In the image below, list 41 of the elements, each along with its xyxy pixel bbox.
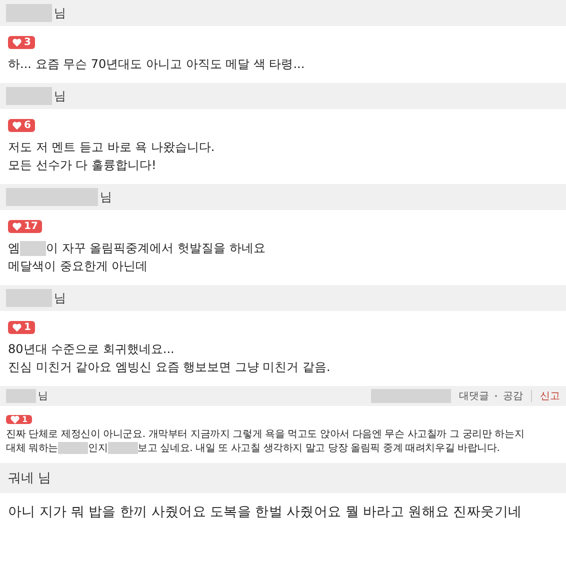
author-name: 궈네 님 [8,470,52,487]
comment-text: 대체 뭐하는 [6,443,58,454]
comment-text: 저도 저 멘트 듣고 바로 욕 나왔습니다. [8,140,215,154]
like-badge[interactable]: 6 [8,119,35,132]
author-name: 님 [38,390,48,403]
comment-text: 이 자꾸 올림픽중계에서 헛발질을 하네요 [46,241,266,255]
heart-icon [10,415,20,424]
like-badge[interactable]: 17 [8,220,42,233]
comment-text: 메달색이 중요한게 아닌데 [8,259,148,273]
action-link[interactable]: 신고 [540,389,560,403]
comment-text: 진짜 단체로 제정신이 아니군요. 개막부터 지금까지 그렇게 욕을 먹고도 앉아서 다음엔 무슨 사고칠까 그 궁리만 하는지 [6,429,524,440]
comment-text: 80년대 수준으로 회귀했네요... [8,342,174,356]
author-name: 님 [54,4,66,22]
comment-text: 진심 미친거 같아요 엠빙신 요즘 행보보면 그냥 미친거 같음. [8,360,330,374]
author-name: 님 [54,290,66,306]
redaction-block [108,442,138,454]
heart-icon [12,38,22,47]
heart-icon [12,222,22,231]
redaction-block [58,442,88,454]
redaction-block [6,87,52,105]
comment-text: 보고 싶네요. 내일 또 사고칠 생각하지 말고 당장 올림픽 중계 때려치우길 바랍니다. [138,443,500,454]
author-name: 님 [100,188,112,206]
comment-text: 인지 [88,443,108,454]
comment-text: 엠 [8,241,20,255]
redaction-block [6,188,52,206]
redaction-block [52,188,98,206]
action-link[interactable]: 대댓글 [459,389,489,403]
author-name: 님 [54,88,66,104]
redaction-block [20,241,46,256]
like-badge[interactable]: 1 [8,321,35,334]
comment-text: 모든 선수가 다 훌륭합니다! [8,158,156,172]
redaction-block [6,389,36,403]
action-link[interactable]: 공감 [503,389,523,403]
comment-text: 아니 지가 뭐 밥을 한끼 사줬어요 도복을 한벌 사줬어요 뭘 바라고 원해요 진짜웃기네 [8,504,522,520]
heart-icon [12,121,22,130]
heart-icon [12,323,22,332]
redaction-block [6,289,52,307]
redaction-block [6,4,52,22]
like-badge[interactable]: 3 [8,36,35,49]
like-badge[interactable]: 1 [6,415,32,424]
comment-text: 하... 요즘 무슨 70년대도 아니고 아직도 메달 색 타령... [8,57,305,71]
